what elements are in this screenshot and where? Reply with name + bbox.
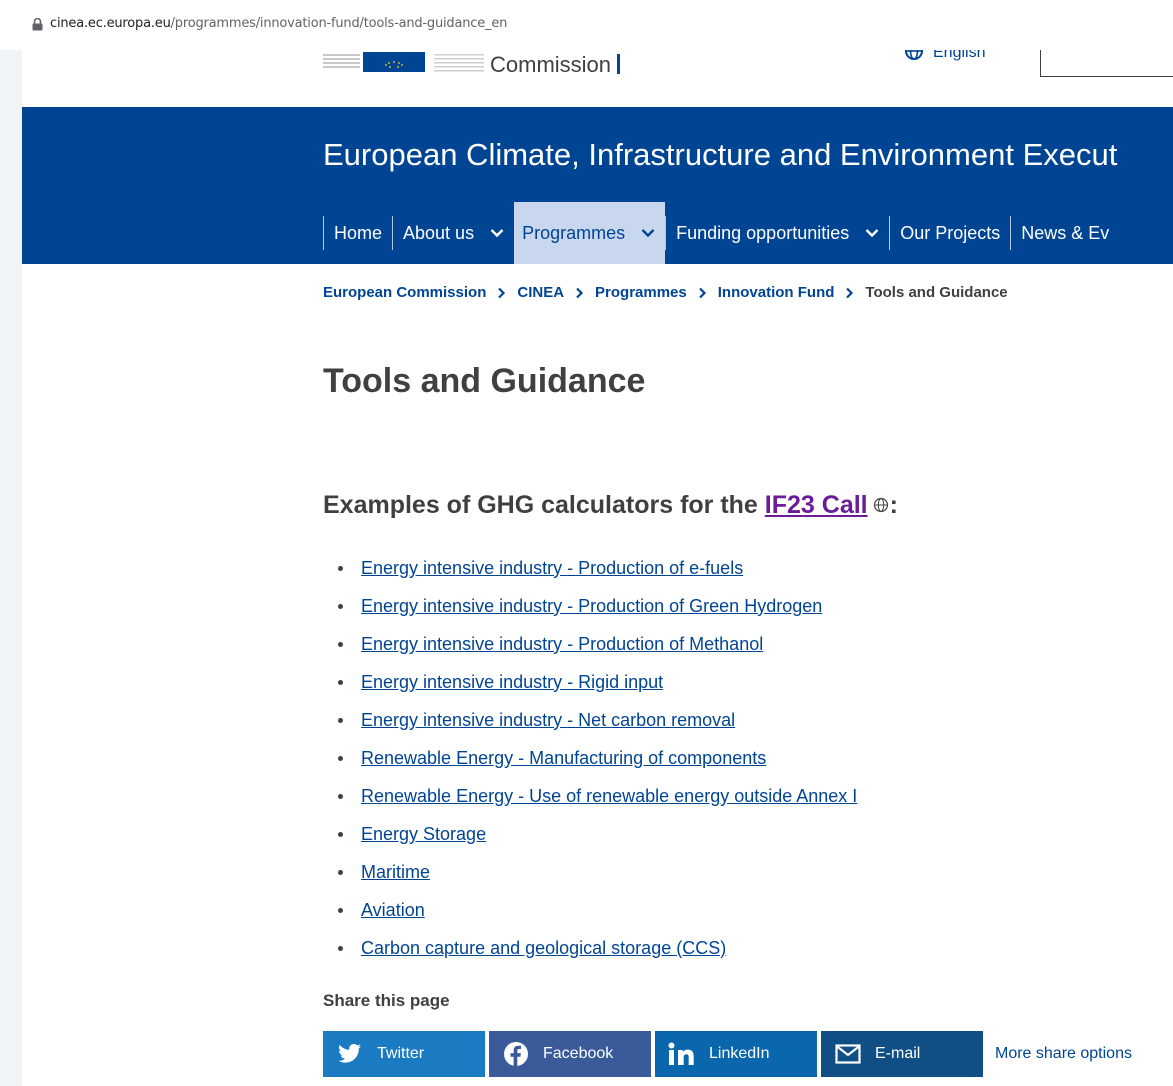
breadcrumb-item[interactable]: Innovation Fund <box>718 284 835 301</box>
share-heading: Share this page <box>323 991 450 1010</box>
breadcrumb: European Commission CINEA Programmes Innova… <box>323 284 1008 301</box>
chevron-right-icon <box>498 287 506 298</box>
bullet-icon <box>338 793 343 799</box>
chevron-down-icon <box>490 229 504 238</box>
logo-commission-text[interactable]: Commission <box>490 52 621 78</box>
calculator-link[interactable]: Energy intensive industry - Production o… <box>361 596 822 617</box>
list-item: Renewable Energy - Manufacturing of comp… <box>323 739 857 777</box>
linkedin-icon <box>668 1042 694 1065</box>
list-item: Carbon capture and geological storage (C… <box>323 929 857 967</box>
logo-stripes-icon <box>434 54 484 72</box>
bullet-icon <box>338 603 343 609</box>
calculator-link[interactable]: Maritime <box>361 862 430 883</box>
lock-icon <box>32 18 43 31</box>
list-item: Energy intensive industry - Net carbon r… <box>323 701 857 739</box>
list-item: Energy Storage <box>323 815 857 853</box>
site-title[interactable]: European Climate, Infrastructure and Env… <box>323 137 1117 173</box>
if23-call-link[interactable]: IF23 Call <box>765 491 868 519</box>
nav-item-label: Programmes <box>522 223 626 243</box>
nav-item-funding-opportunities[interactable]: Funding opportunities <box>665 202 889 264</box>
nav-item-label: About us <box>403 223 475 243</box>
calculator-link[interactable]: Energy intensive industry - Rigid input <box>361 672 663 693</box>
section-heading: Examples of GHG calculators for the IF23… <box>323 491 898 520</box>
share-buttons: Twitter Facebook LinkedIn E-mail More sh… <box>323 1031 1132 1077</box>
calculator-link[interactable]: Energy intensive industry - Production o… <box>361 558 743 579</box>
twitter-label: Twitter <box>377 1045 425 1062</box>
nav-item-home[interactable]: Home <box>323 202 392 264</box>
calculator-link[interactable]: Energy Storage <box>361 824 486 845</box>
email-label: E-mail <box>875 1045 921 1062</box>
calculator-link[interactable]: Energy intensive industry - Production o… <box>361 634 763 655</box>
language-label: English <box>933 50 986 61</box>
external-link-icon <box>873 497 888 513</box>
nav-item-our-projects[interactable]: Our Projects <box>889 202 1010 264</box>
calculator-link[interactable]: Carbon capture and geological storage (C… <box>361 938 726 959</box>
nav-item-label: Our Projects <box>900 223 1001 243</box>
facebook-icon <box>504 1042 528 1066</box>
bullet-icon <box>338 717 343 723</box>
more-share-options-link[interactable]: More share options <box>995 1045 1132 1063</box>
nav-item-about-us[interactable]: About us <box>392 202 514 264</box>
section-heading-suffix: : <box>889 491 898 519</box>
calculator-link[interactable]: Energy intensive industry - Net carbon r… <box>361 710 735 731</box>
language-selector[interactable]: English <box>905 50 985 62</box>
facebook-label: Facebook <box>543 1045 614 1062</box>
email-share-button[interactable]: E-mail <box>821 1031 983 1077</box>
list-item: Energy intensive industry - Production o… <box>323 587 857 625</box>
twitter-share-button[interactable]: Twitter <box>323 1031 485 1077</box>
bullet-icon <box>338 945 343 951</box>
url-path: /programmes/innovation-fund/tools-and-gu… <box>170 16 508 31</box>
bullet-icon <box>338 831 343 837</box>
bullet-icon <box>338 679 343 685</box>
breadcrumb-item[interactable]: European Commission <box>323 284 486 301</box>
linkedin-label: LinkedIn <box>709 1045 770 1062</box>
eu-logo-icon[interactable] <box>323 52 427 72</box>
section-heading-text: Examples of GHG calculators for the <box>323 491 765 519</box>
browser-url-bar[interactable]: cinea.ec.europa.eu/programmes/innovation… <box>0 0 1173 50</box>
nav-item-label: News & Ev <box>1021 223 1110 243</box>
bullet-icon <box>338 907 343 913</box>
bullet-icon <box>338 755 343 761</box>
web-page: Commission English European Climate, Inf… <box>22 50 1173 1086</box>
email-icon <box>835 1044 861 1064</box>
breadcrumb-item[interactable]: Programmes <box>595 284 687 301</box>
nav-item-programmes[interactable]: Programmes <box>514 202 666 264</box>
site-header-band: European Climate, Infrastructure and Env… <box>22 107 1173 264</box>
chevron-right-icon <box>698 287 706 298</box>
bullet-icon <box>338 565 343 571</box>
list-item: Energy intensive industry - Production o… <box>323 549 857 587</box>
nav-item-label: Funding opportunities <box>676 223 850 243</box>
chevron-down-icon <box>641 229 655 238</box>
calculator-list: Energy intensive industry - Production o… <box>323 549 857 967</box>
page-title: Tools and Guidance <box>323 362 646 400</box>
nav-item-news-ev[interactable]: News & Ev <box>1010 202 1119 264</box>
list-item: Renewable Energy - Use of renewable ener… <box>323 777 857 815</box>
breadcrumb-item[interactable]: CINEA <box>517 284 564 301</box>
linkedin-share-button[interactable]: LinkedIn <box>655 1031 817 1077</box>
bullet-icon <box>338 641 343 647</box>
breadcrumb-item: Tools and Guidance <box>865 284 1008 301</box>
main-navigation: Home About us Programmes Funding opportunit… <box>323 202 1119 264</box>
facebook-share-button[interactable]: Facebook <box>489 1031 651 1077</box>
calculator-link[interactable]: Aviation <box>361 900 425 921</box>
calculator-link[interactable]: Renewable Energy - Manufacturing of comp… <box>361 748 766 769</box>
twitter-icon <box>338 1044 361 1063</box>
search-input[interactable] <box>1040 50 1173 77</box>
url-text[interactable]: cinea.ec.europa.eu/programmes/innovation… <box>50 16 507 31</box>
list-item: Maritime <box>323 853 857 891</box>
list-item: Energy intensive industry - Production o… <box>323 625 857 663</box>
url-host: cinea.ec.europa.eu <box>50 16 171 31</box>
list-item: Energy intensive industry - Rigid input <box>323 663 857 701</box>
logo-text: Commission <box>490 52 612 77</box>
bullet-icon <box>338 869 343 875</box>
chevron-right-icon <box>576 287 584 298</box>
globe-icon <box>905 50 923 60</box>
nav-item-label: Home <box>334 223 383 243</box>
calculator-link[interactable]: Renewable Energy - Use of renewable ener… <box>361 786 857 807</box>
list-item: Aviation <box>323 891 857 929</box>
chevron-down-icon <box>865 229 879 238</box>
chevron-right-icon <box>846 287 854 298</box>
